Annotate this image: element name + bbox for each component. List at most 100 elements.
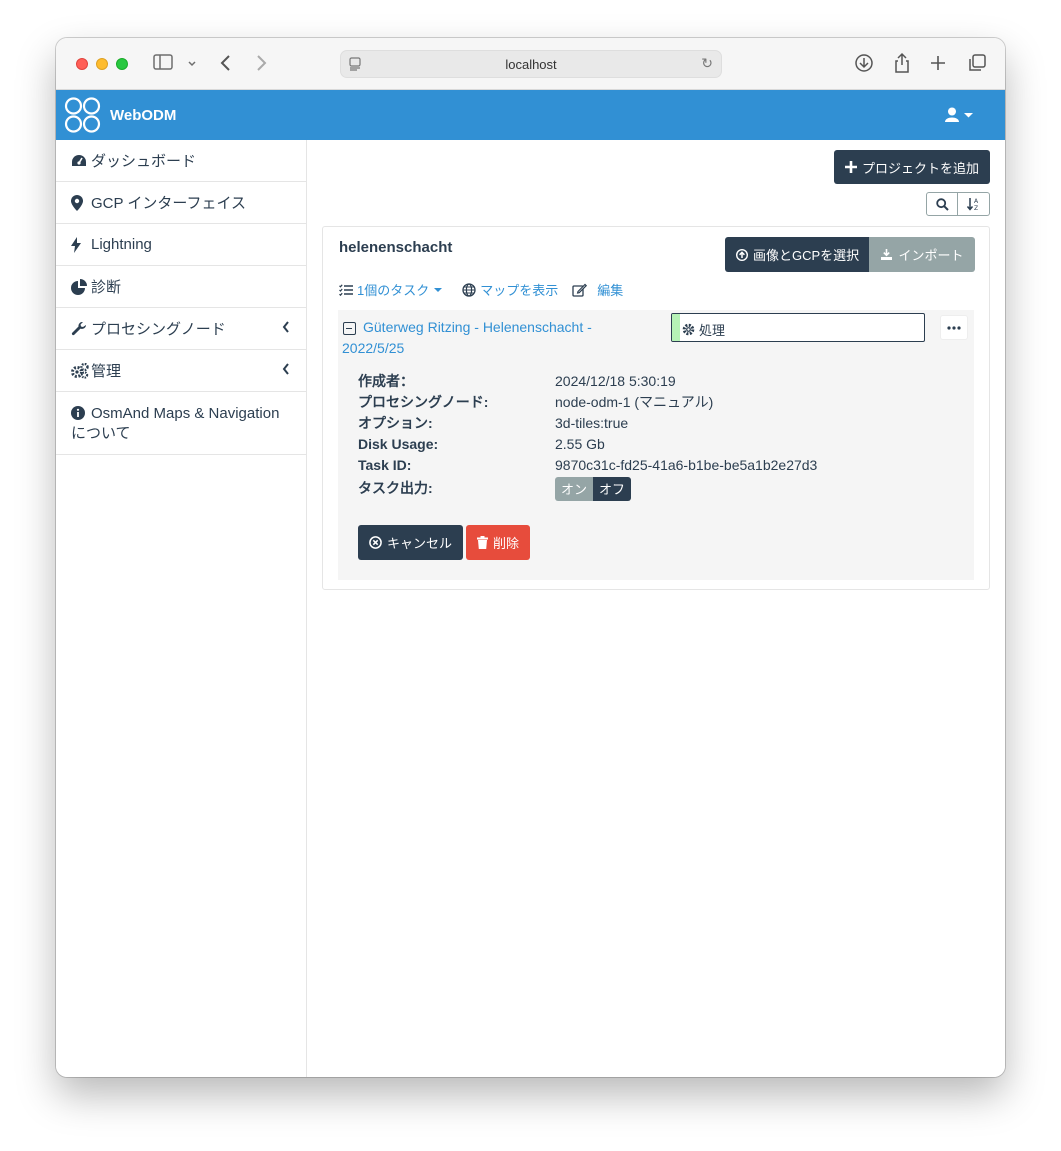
share-icon[interactable] <box>893 52 911 78</box>
task-status-text: 処理 <box>699 323 726 338</box>
reload-icon[interactable]: ↻ <box>701 55 713 72</box>
plus-icon <box>844 161 857 173</box>
sidebar-item-label: プロセシングノード <box>91 321 226 338</box>
tab-overview-icon[interactable] <box>967 53 987 77</box>
select-images-label: 画像とGCPを選択 <box>753 248 860 263</box>
task-details: 作成者： 2024/12/18 5:30:19 プロセシングノード: node-… <box>358 370 818 501</box>
detail-value: 2024/12/18 5:30:19 <box>555 372 676 389</box>
detail-row: 作成者： 2024/12/18 5:30:19 <box>358 370 817 391</box>
task-output-toggle: オン オフ <box>555 476 632 501</box>
tasks-dropdown-link[interactable]: 1個のタスク <box>339 280 448 299</box>
map-marker-icon <box>71 194 91 211</box>
import-icon <box>880 248 893 261</box>
detail-row: オプション: 3d-tiles:true <box>358 412 817 433</box>
edit-project-link[interactable]: 編集 <box>572 280 623 299</box>
import-button[interactable]: インポート <box>869 237 975 272</box>
add-project-label: プロジェクトを追加 <box>861 160 979 176</box>
url-text: localhost <box>505 57 557 72</box>
sidebar-item-dashboard[interactable]: ダッシュボード <box>56 140 306 182</box>
delete-label: 削除 <box>493 536 520 551</box>
sidebar-item-label: ダッシュボード <box>91 153 197 170</box>
task-output-on-button[interactable]: オン <box>555 476 594 501</box>
sidebar-toggle-icon[interactable] <box>153 54 173 74</box>
back-icon[interactable] <box>219 53 233 77</box>
detail-row-output: タスク出力: オン オフ <box>358 475 817 501</box>
close-window-button[interactable] <box>76 58 88 70</box>
detail-label: Disk Usage: <box>358 435 439 452</box>
detail-label: Task ID: <box>358 456 412 473</box>
address-bar[interactable]: localhost ↻ <box>340 50 722 78</box>
sidebar-item-label: GCP インターフェイス <box>91 195 247 212</box>
bolt-icon <box>71 236 91 253</box>
minimize-window-button[interactable] <box>96 58 108 70</box>
detail-row: プロセシングノード: node-odm-1 (マニュアル) <box>358 391 817 412</box>
pie-chart-icon <box>71 278 91 295</box>
cancel-task-button[interactable]: キャンセル <box>358 525 464 560</box>
add-project-button[interactable]: プロジェクトを追加 <box>833 150 990 184</box>
caret-down-icon <box>434 287 443 292</box>
forward-icon[interactable] <box>254 53 268 77</box>
search-button[interactable] <box>926 192 958 216</box>
search-sort-group: AZ <box>926 192 990 216</box>
sidebar-item-admin[interactable]: 管理 <box>56 350 306 392</box>
tasks-list-icon <box>339 283 353 296</box>
task-actions-button[interactable] <box>940 315 968 340</box>
select-images-gcp-button[interactable]: 画像とGCPを選択 <box>725 237 871 272</box>
detail-label: タスク出力: <box>358 479 433 496</box>
cancel-label: キャンセル <box>387 536 453 551</box>
detail-label: プロセシングノード: <box>358 393 489 410</box>
upload-icon <box>736 248 748 261</box>
project-panel: helenenschacht 画像とGCPを選択 インポート 1個のタスク マッ… <box>322 226 990 590</box>
user-icon <box>945 107 973 122</box>
sort-button[interactable]: AZ <box>958 192 990 216</box>
task-title-link[interactable]: Güterweg Ritzing - Helenenschacht - 2022… <box>342 317 632 359</box>
chevron-left-icon <box>282 320 290 336</box>
sidebar-item-label: OsmAnd Maps & Navigation について <box>71 405 280 442</box>
delete-task-button[interactable]: 削除 <box>466 525 531 560</box>
info-circle-icon <box>71 406 91 420</box>
globe-icon <box>462 282 476 297</box>
cogs-icon <box>71 362 91 379</box>
svg-text:A: A <box>974 198 979 205</box>
download-icon[interactable] <box>854 53 874 77</box>
import-label: インポート <box>898 248 964 263</box>
view-map-label: マップを表示 <box>480 283 559 298</box>
detail-value: 9870c31c-fd25-41a6-b1be-be5a1b2e27d3 <box>555 456 818 473</box>
sidebar-item-diagnostics[interactable]: 診断 <box>56 266 306 308</box>
chevron-left-icon <box>282 362 290 378</box>
sidebar-item-processing-nodes[interactable]: プロセシングノード <box>56 308 306 350</box>
zoom-window-button[interactable] <box>116 58 128 70</box>
new-tab-icon[interactable] <box>929 53 947 77</box>
sidebar-item-label: 診断 <box>91 279 122 296</box>
detail-value: node-odm-1 (マニュアル) <box>555 393 714 410</box>
app-navbar: WebODM <box>56 90 1005 140</box>
wrench-icon <box>71 321 91 337</box>
task-output-off-button[interactable]: オフ <box>593 476 632 501</box>
project-name: helenenschacht <box>339 239 453 256</box>
trash-icon <box>477 536 488 549</box>
brand-name: WebODM <box>110 106 177 124</box>
svg-text:Z: Z <box>974 205 978 211</box>
chevron-down-icon[interactable] <box>187 55 197 75</box>
progress-label: 処理 <box>682 320 725 339</box>
gear-icon <box>682 323 695 336</box>
view-map-link[interactable]: マップを表示 <box>462 280 558 299</box>
sidebar: ダッシュボード GCP インターフェイス Lightning 診断 プロセシング… <box>56 140 307 1077</box>
webodm-logo-icon <box>64 97 101 133</box>
browser-window: localhost ↻ WebODM ダッシュボード GCP インターフェイス … <box>56 38 1005 1077</box>
sidebar-item-lightning[interactable]: Lightning <box>56 224 306 266</box>
brand[interactable]: WebODM <box>64 97 176 133</box>
edit-icon <box>572 283 588 297</box>
detail-value: 2.55 Gb <box>555 435 605 452</box>
sidebar-item-about[interactable]: OsmAnd Maps & Navigation について <box>56 392 306 455</box>
ellipsis-icon <box>947 325 961 330</box>
sidebar-item-gcp[interactable]: GCP インターフェイス <box>56 182 306 224</box>
progress-fill <box>672 314 680 341</box>
tasks-link-label: 1個のタスク <box>357 283 430 298</box>
user-menu[interactable] <box>945 107 975 128</box>
project-links: 1個のタスク マップを表示 編集 <box>339 280 637 299</box>
sort-alpha-icon: AZ <box>966 198 979 211</box>
task-progress-bar: 処理 <box>671 313 925 342</box>
detail-label: 作成者： <box>358 372 414 389</box>
edit-label: 編集 <box>597 283 624 298</box>
